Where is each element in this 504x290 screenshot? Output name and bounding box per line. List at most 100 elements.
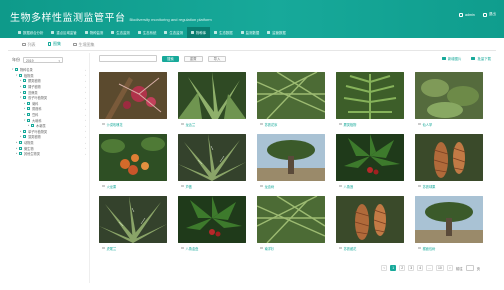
species-photo[interactable] (178, 72, 246, 119)
tree-node-label: 单子叶植物类 (28, 129, 48, 134)
species-photo[interactable] (257, 196, 325, 243)
nav-item-2[interactable]: 物种监测 (81, 27, 108, 38)
next-page-button[interactable]: > (446, 265, 453, 271)
gallery-card[interactable]: 八角金盘 (178, 196, 246, 253)
gallery-card[interactable]: 苏铁雌花 (336, 196, 404, 253)
card-checkbox[interactable] (418, 246, 421, 250)
card-checkbox[interactable] (102, 122, 105, 126)
card-checkbox[interactable] (260, 246, 263, 250)
gallery-card[interactable]: 芦荟 (178, 134, 246, 191)
add-image-button[interactable]: 新增图片 (441, 56, 461, 61)
species-photo[interactable] (336, 134, 404, 181)
batch-download-button[interactable]: 批量下载 (471, 56, 491, 61)
card-caption: 八角莲 (336, 181, 404, 191)
gallery-card[interactable]: 猴面包树 (415, 196, 483, 253)
card-checkbox[interactable] (339, 246, 342, 250)
chevron-right-icon: › (85, 129, 86, 134)
folder-icon (19, 146, 22, 150)
download-icon (471, 57, 476, 60)
nav-item-0[interactable]: 数据综合分析 (14, 27, 47, 38)
gallery-card[interactable]: 蕨类植物 (336, 72, 404, 129)
nav-item-label: 物种库 (195, 31, 207, 35)
gallery-card[interactable]: 仙人掌 (415, 72, 483, 129)
gallery-card[interactable]: 龙舌兰 (178, 72, 246, 129)
gallery-card[interactable]: 火龙果 (99, 134, 167, 191)
nav-item-8[interactable]: 监测数据 (237, 27, 264, 38)
gallery-card[interactable]: 苏铁花序 (257, 72, 325, 129)
nav-item-6[interactable]: 物种库 (186, 27, 211, 38)
species-photo[interactable] (99, 72, 167, 119)
species-photo[interactable] (415, 72, 483, 119)
nav-item-label: 监管数据 (272, 31, 286, 35)
card-checkbox[interactable] (260, 184, 263, 188)
gallery-card[interactable]: 八角莲 (336, 134, 404, 191)
species-photo[interactable] (415, 134, 483, 181)
reset-button[interactable]: 重置 (183, 55, 203, 62)
tab-icon (73, 42, 77, 47)
card-checkbox[interactable] (339, 122, 342, 126)
folder-icon (23, 85, 26, 89)
main-nav: 数据综合分析 重点区域监管 物种监测 生态监测 生态系统 生态监测 物种库 生态数据 监测数据 监… (0, 27, 504, 38)
tree-node-label: 双子叶植物类 (28, 96, 48, 101)
page-button[interactable]: 1 (390, 265, 397, 271)
nav-icon (84, 31, 88, 34)
page-button[interactable]: 2 (399, 265, 406, 271)
card-checkbox[interactable] (418, 122, 421, 126)
species-photo[interactable] (257, 134, 325, 181)
card-checkbox[interactable] (102, 246, 105, 250)
species-photo[interactable] (415, 196, 483, 243)
card-checkbox[interactable] (181, 122, 184, 126)
chevron-right-icon: › (85, 95, 86, 100)
nav-item-1[interactable]: 重点区域监管 (47, 27, 80, 38)
card-checkbox[interactable] (181, 184, 184, 188)
species-photo[interactable] (99, 196, 167, 243)
gallery-card[interactable]: 苏铁球果 (415, 134, 483, 191)
nav-item-label: 生态数据 (219, 31, 233, 35)
gallery-card[interactable]: 南洋杉 (257, 196, 325, 253)
year-select[interactable]: 2019 ▾ (23, 57, 63, 63)
nav-item-label: 生态系统 (142, 31, 157, 35)
card-checkbox[interactable] (260, 122, 263, 126)
card-checkbox[interactable] (181, 246, 184, 250)
species-photo[interactable] (178, 134, 246, 181)
nav-item-3[interactable]: 生态监测 (107, 27, 134, 38)
nav-icon (111, 31, 115, 34)
nav-item-5[interactable]: 生态监测 (160, 27, 187, 38)
nav-icon (164, 31, 168, 34)
species-photo[interactable] (178, 196, 246, 243)
search-button[interactable]: 搜索 (162, 55, 179, 62)
card-caption-text: 苏铁雌花 (343, 246, 357, 251)
gallery-card[interactable]: 虎尾兰 (99, 196, 167, 253)
gallery-card[interactable]: 龙血树 (257, 134, 325, 191)
card-caption-text: 猴面包树 (422, 246, 436, 251)
tree-node[interactable]: ▸ 其他生物类 › (10, 151, 88, 157)
nav-item-9[interactable]: 监管数据 (263, 27, 290, 38)
nav-item-label: 生态监测 (169, 31, 183, 35)
chevron-right-icon: › (85, 106, 86, 111)
card-checkbox[interactable] (418, 184, 421, 188)
page-button[interactable]: ... (426, 265, 434, 271)
species-photo[interactable] (336, 196, 404, 243)
logout-button[interactable]: 退出 (482, 12, 496, 17)
import-button[interactable]: 导入 (207, 55, 227, 62)
nav-item-7[interactable]: 生态数据 (210, 27, 237, 38)
user-menu[interactable]: admin (459, 12, 475, 17)
folder-icon (27, 113, 30, 117)
species-photo[interactable] (257, 72, 325, 119)
page-button[interactable]: 4 (417, 265, 424, 271)
card-checkbox[interactable] (102, 184, 105, 188)
species-photo[interactable] (336, 72, 404, 119)
prev-page-button[interactable]: < (381, 265, 388, 271)
search-input[interactable] (99, 55, 157, 62)
tab-icon (22, 42, 26, 47)
goto-page-input[interactable] (465, 265, 474, 271)
year-filter: 年份 2019 ▾ (12, 57, 63, 63)
species-photo[interactable] (99, 134, 167, 181)
card-checkbox[interactable] (339, 184, 342, 188)
nav-item-4[interactable]: 生态系统 (134, 27, 161, 38)
page-button[interactable]: 3 (408, 265, 415, 271)
user-area: admin 退出 (459, 12, 496, 17)
gallery-card[interactable]: 沙漠玫瑰花 (99, 72, 167, 129)
page-button[interactable]: 10 (436, 265, 444, 271)
tree-node-label: 其他生物类 (24, 152, 40, 157)
